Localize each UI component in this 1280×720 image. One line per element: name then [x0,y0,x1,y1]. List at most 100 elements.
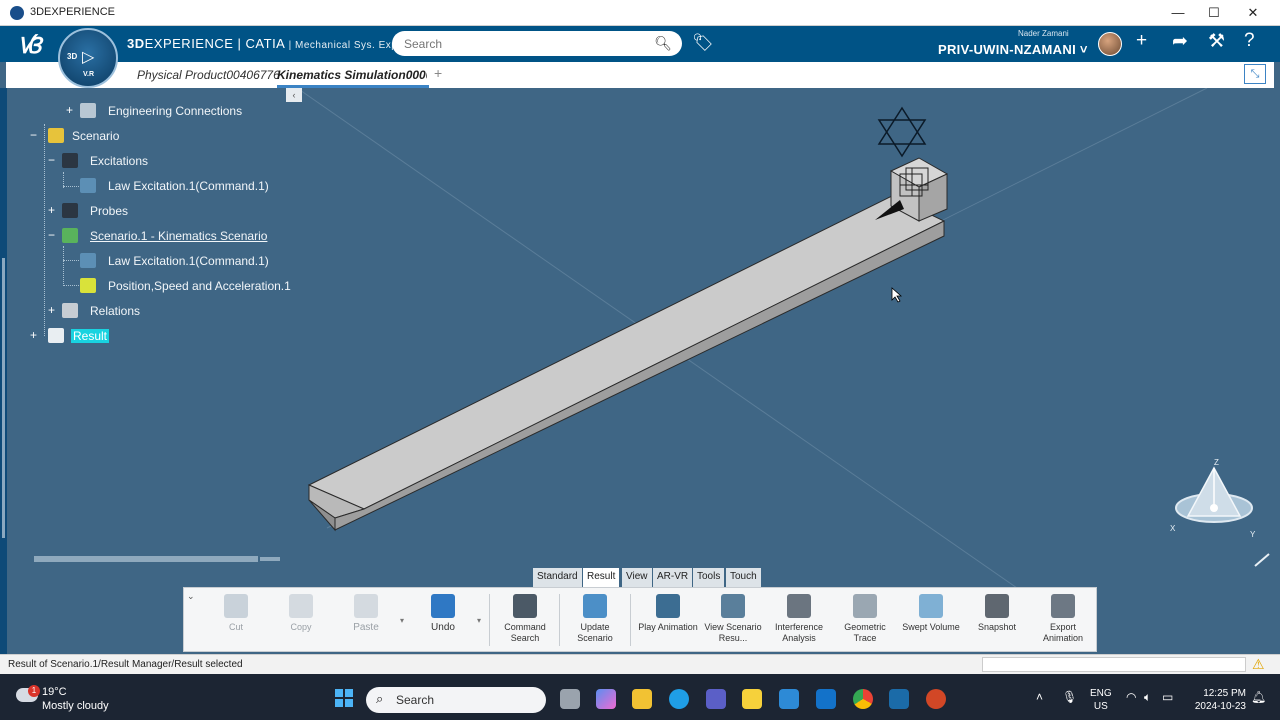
3dexperience-taskbar-icon[interactable] [889,689,909,709]
tree-item-excitations[interactable]: − Excitations [8,151,298,171]
tab-touch[interactable]: Touch [726,568,761,587]
system-clock[interactable]: 12:25 PM 2024-10-23 [1190,687,1246,713]
windows-start-icon[interactable] [335,689,353,707]
file-explorer-icon[interactable] [632,689,652,709]
tab-kinematics-simulation[interactable]: Kinematics Simulation0000 [277,68,427,82]
snapshot-icon [985,594,1009,618]
avatar[interactable] [1098,32,1122,56]
fullscreen-icon[interactable]: ⤡ [1244,64,1266,84]
tree-item-engineering-connections[interactable]: + Engineering Connections [8,101,298,121]
help-icon[interactable]: ? [1244,30,1255,52]
microphone-icon[interactable]: 🎙︎ [1062,690,1077,704]
user-name: Nader Zamani [1018,29,1069,38]
update-scenario-button[interactable]: Update Scenario [562,594,628,650]
language-indicator[interactable]: ENG US [1090,687,1112,713]
tree-item-scenario[interactable]: − Scenario [8,126,298,146]
chevron-down-icon[interactable]: ⌄ [187,591,195,602]
compass-handle-icon[interactable] [1254,553,1270,567]
robot-symbol-icon[interactable] [877,106,927,158]
apps-icon[interactable]: ⚒ [1208,30,1225,53]
tab-tools[interactable]: Tools [693,568,725,587]
warning-icon[interactable]: ⚠ [1252,656,1265,673]
play-animation-button[interactable]: Play Animation [635,594,701,650]
collapse-icon[interactable]: − [28,129,39,141]
undo-dropdown-icon[interactable]: ▾ [477,616,481,625]
tree-item-relations[interactable]: + Relations [8,301,298,321]
minimize-button[interactable]: — [1168,3,1188,23]
tab-physical-product[interactable]: Physical Product00406776 [137,68,280,82]
tree-item-position-speed-acceleration[interactable]: Position,Speed and Acceleration.1 [8,276,298,296]
notification-bell-icon[interactable]: 🔔︎ [1251,690,1266,704]
expand-icon[interactable]: + [64,104,75,116]
compass-3d-label: 3D [67,52,78,61]
status-input[interactable] [982,657,1246,672]
expand-icon[interactable]: + [28,329,39,341]
tree-horizontal-scrollbar[interactable] [34,556,258,562]
view-scenario-results-button[interactable]: View Scenario Resu... [700,594,766,650]
play-icon[interactable]: ▷ [82,47,94,67]
tree-vertical-scrollbar[interactable] [2,258,5,538]
snapshot-button[interactable]: Snapshot [964,594,1030,650]
undo-button[interactable]: Undo [410,594,476,650]
collapse-tree-icon[interactable]: ‹ [286,88,302,102]
paste-dropdown-icon[interactable]: ▾ [400,616,404,625]
expand-icon[interactable]: + [46,204,57,216]
collapse-icon[interactable]: − [46,229,57,241]
tab-view[interactable]: View [622,568,652,587]
teams-icon[interactable] [706,689,726,709]
copy-button[interactable]: Copy [268,594,334,650]
tab-ar-vr[interactable]: AR-VR [653,568,693,587]
battery-icon[interactable]: ▭ [1162,690,1173,704]
compass-widget[interactable]: 3D ▷ V.R [58,28,118,88]
maximize-button[interactable]: ☐ [1204,3,1224,23]
command-search-button[interactable]: Command Search [492,594,558,650]
view-compass[interactable] [1175,466,1253,523]
tree-item-law-excitation[interactable]: Law Excitation.1(Command.1) [8,251,298,271]
tree-item-law-excitation[interactable]: Law Excitation.1(Command.1) [8,176,298,196]
tab-result[interactable]: Result [583,568,620,587]
tab-standard[interactable]: Standard [533,568,582,587]
tree-item-result[interactable]: + Result [8,326,298,346]
paste-button[interactable]: Paste [333,594,399,650]
kinematics-scenario-icon [62,228,78,243]
task-view-icon[interactable] [560,689,580,709]
add-icon[interactable]: + [1136,30,1147,52]
snipping-tool-icon[interactable] [779,689,799,709]
tree-item-probes[interactable]: + Probes [8,201,298,221]
share-icon[interactable]: ➦ [1172,30,1188,53]
outlook-icon[interactable] [816,689,836,709]
tag-icon[interactable]: 🏷︎ [692,33,714,53]
tree-item-kinematics-scenario[interactable]: − Scenario.1 - Kinematics Scenario [8,226,298,246]
volume-icon[interactable]: 🔈︎ [1144,690,1151,705]
edge-icon[interactable] [669,689,689,709]
powerpoint-icon[interactable] [926,689,946,709]
export-animation-button[interactable]: Export Animation [1030,594,1096,650]
separator [489,594,490,646]
tenant-selector[interactable]: PRIV-UWIN-NZAMANI ˅ [938,42,1088,57]
cut-button[interactable]: Cut [203,594,269,650]
weather-temperature[interactable]: 19°C [42,686,67,698]
dassault-logo[interactable]: Ꟃ [18,30,41,60]
taskbar-search[interactable]: ⌕ Search [366,687,546,713]
close-window-button[interactable]: ✕ [1243,3,1263,23]
tree-item-label: Engineering Connections [108,104,243,118]
swept-volume-button[interactable]: Swept Volume [898,594,964,650]
beam-part[interactable] [307,195,946,532]
probes-icon [62,203,78,218]
collapse-icon[interactable]: − [46,154,57,166]
new-tab-icon[interactable]: + [434,65,442,81]
expand-icon[interactable]: + [46,304,57,316]
search-box[interactable]: 🔍︎ [392,31,682,56]
wifi-icon[interactable]: ◠ [1126,690,1136,704]
geometric-trace-button[interactable]: Geometric Trace [832,594,898,650]
sticky-notes-icon[interactable] [742,689,762,709]
tree-scroll-arrow[interactable] [260,557,280,561]
weather-condition[interactable]: Mostly cloudy [42,700,109,712]
interference-analysis-button[interactable]: Interference Analysis [766,594,832,650]
chevron-up-icon[interactable]: ˄ [1036,690,1043,704]
search-icon[interactable]: 🔍︎ [654,35,672,52]
clock-time: 12:25 PM [1203,688,1246,699]
copilot-icon[interactable] [596,689,616,709]
search-input[interactable] [404,35,644,52]
chrome-icon[interactable] [853,689,873,709]
